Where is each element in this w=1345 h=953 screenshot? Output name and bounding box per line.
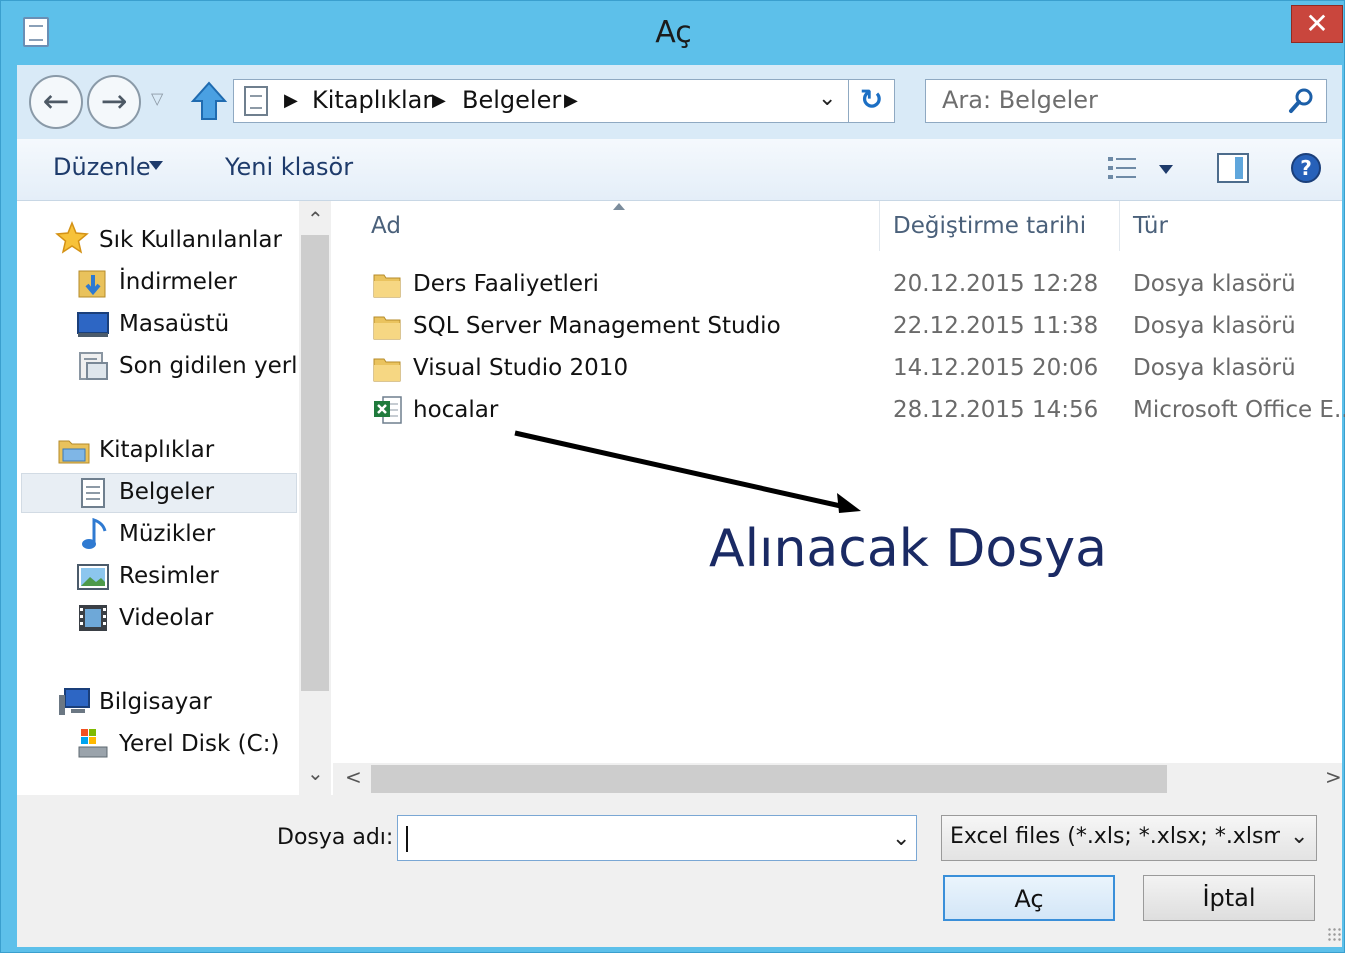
nav-music[interactable]: Müzikler	[119, 521, 215, 547]
cancel-button[interactable]: İptal	[1143, 875, 1315, 921]
nav-favorites[interactable]: Sık Kullanılanlar	[99, 227, 282, 253]
nav-scroll-thumb[interactable]	[301, 235, 329, 691]
up-arrow-icon[interactable]	[189, 79, 229, 123]
window-title: Aç	[655, 15, 692, 50]
recent-locations-dropdown[interactable]: ▽	[151, 89, 163, 108]
scroll-down-icon[interactable]: ⌄	[307, 761, 324, 785]
nav-documents[interactable]: Belgeler	[119, 479, 214, 505]
file-list-horizontal-scrollbar[interactable]: < >	[333, 763, 1342, 795]
open-button[interactable]: Aç	[943, 875, 1115, 921]
breadcrumb-separator-icon[interactable]: ▶	[432, 90, 446, 111]
organize-caret-icon[interactable]	[149, 161, 163, 170]
forward-button[interactable]: →	[87, 75, 141, 129]
dialog-footer: Dosya adı: ⌄ Excel files (*.xls; *.xlsx;…	[17, 795, 1342, 947]
new-folder-button[interactable]: Yeni klasör	[225, 153, 353, 181]
videos-icon	[79, 605, 107, 631]
preview-pane-icon[interactable]	[1217, 153, 1249, 183]
breadcrumb-separator-icon[interactable]: ▶	[284, 90, 298, 111]
nav-vertical-scrollbar[interactable]: ⌃ ⌄	[299, 201, 331, 795]
navigation-pane: Sık Kullanılanlar İndirmeler Masaüstü So…	[17, 201, 333, 795]
close-button[interactable]: ✕	[1291, 5, 1343, 43]
search-icon[interactable]	[1286, 86, 1316, 116]
title-bar[interactable]: Aç ✕	[1, 1, 1345, 65]
search-placeholder: Ara: Belgeler	[942, 86, 1098, 114]
nav-downloads[interactable]: İndirmeler	[119, 269, 237, 295]
filename-label: Dosya adı:	[277, 825, 394, 850]
computer-icon	[59, 688, 90, 715]
search-input[interactable]: Ara: Belgeler	[925, 79, 1327, 123]
scroll-up-icon[interactable]: ⌃	[307, 207, 324, 231]
help-icon[interactable]: ?	[1291, 153, 1321, 183]
view-options-icon[interactable]	[1107, 155, 1137, 181]
nav-videos[interactable]: Videolar	[119, 605, 213, 631]
nav-libraries[interactable]: Kitaplıklar	[99, 437, 214, 463]
filename-input[interactable]: ⌄	[397, 815, 917, 861]
back-button[interactable]: ←	[29, 75, 83, 129]
documents-icon	[81, 478, 105, 508]
document-icon	[244, 86, 268, 116]
scroll-left-icon[interactable]: <	[345, 765, 362, 789]
local-disk-icon	[78, 729, 108, 758]
nav-pictures[interactable]: Resimler	[119, 563, 219, 589]
star-icon	[55, 221, 89, 254]
address-bar[interactable]: ▶ Kitaplıklar ▶ Belgeler ▶ ⌄ ↻	[233, 79, 895, 123]
filename-dropdown-icon[interactable]: ⌄	[892, 826, 910, 851]
scroll-right-icon[interactable]: >	[1325, 765, 1342, 789]
command-toolbar: Düzenle Yeni klasör ?	[17, 139, 1342, 201]
nav-computer[interactable]: Bilgisayar	[99, 689, 212, 715]
breadcrumb-separator-icon[interactable]: ▶	[564, 90, 578, 111]
desktop-icon	[77, 312, 109, 337]
navigation-bar: ← → ▽ ▶ Kitaplıklar ▶ Belgeler ▶ ⌄ ↻ Ara…	[17, 65, 1342, 139]
nav-local-disk[interactable]: Yerel Disk (C:)	[119, 731, 279, 757]
filetype-value: Excel files (*.xls; *.xlsx; *.xlsm; *.xl…	[950, 824, 1280, 849]
downloads-folder-icon	[78, 270, 106, 298]
text-caret	[406, 826, 408, 852]
breadcrumb-belgeler[interactable]: Belgeler	[462, 86, 561, 114]
recent-places-icon	[79, 352, 108, 380]
view-options-caret-icon[interactable]	[1159, 165, 1173, 174]
refresh-button[interactable]: ↻	[848, 80, 894, 122]
open-file-dialog: Aç ✕ ← → ▽ ▶ Kitaplıklar ▶ Belgeler ▶ ⌄ …	[0, 0, 1345, 953]
breadcrumb-kitapliklar[interactable]: Kitaplıklar	[312, 86, 432, 114]
filetype-dropdown-icon[interactable]: ⌄	[1290, 824, 1308, 849]
libraries-folder-icon	[58, 440, 90, 464]
file-list-scroll-thumb[interactable]	[371, 765, 1167, 793]
address-dropdown-icon[interactable]: ⌄	[818, 86, 836, 111]
nav-desktop[interactable]: Masaüstü	[119, 311, 229, 337]
nav-recent-places[interactable]: Son gidilen yerler	[119, 353, 297, 379]
pictures-icon	[77, 564, 109, 590]
filetype-select[interactable]: Excel files (*.xls; *.xlsx; *.xlsm; *.xl…	[941, 815, 1317, 861]
resize-grip-icon[interactable]	[1327, 927, 1341, 941]
annotation-label: Alınacak Dosya	[709, 519, 1107, 579]
organize-button[interactable]: Düzenle	[53, 153, 151, 181]
music-icon	[82, 517, 107, 549]
